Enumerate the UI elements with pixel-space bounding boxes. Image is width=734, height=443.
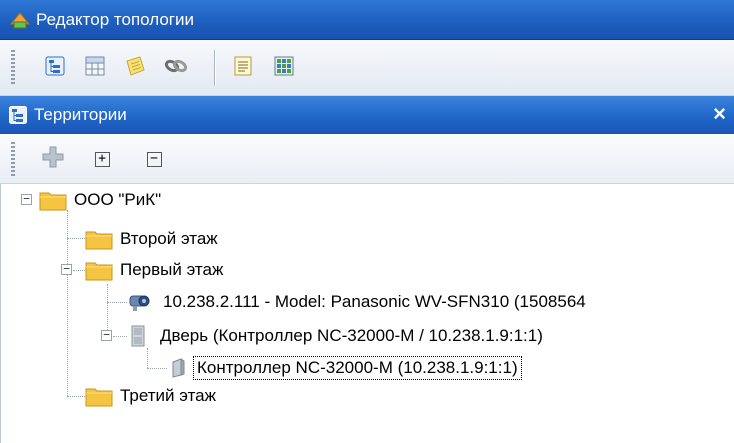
collapse-toggle[interactable]: −	[101, 329, 112, 341]
tree-node-door[interactable]: Дверь (Контроллер NC-32000-M / 10.238.1.…	[127, 323, 546, 349]
topology-icon	[9, 10, 31, 29]
toolbar-grip[interactable]	[11, 50, 15, 86]
panel-toolbar: + −	[0, 134, 734, 184]
collapse-toggle[interactable]: −	[21, 193, 32, 205]
controller-icon	[172, 358, 185, 378]
notes-button[interactable]	[122, 55, 148, 81]
folder-icon	[85, 231, 113, 250]
tree-view-icon	[45, 56, 65, 81]
link-icon	[164, 57, 188, 80]
territories-tree: − ООО "РиК" Второй этаж − Первый этаж 10…	[0, 184, 734, 443]
tree-line	[107, 302, 127, 303]
grid-view-button[interactable]	[82, 55, 108, 81]
tree-line	[67, 238, 85, 239]
add-button[interactable]	[40, 146, 66, 172]
door-icon	[131, 325, 145, 347]
grid-icon	[85, 56, 105, 81]
camera-icon	[129, 295, 150, 311]
tree-line	[147, 368, 167, 369]
minus-box-icon: −	[146, 151, 162, 167]
close-panel-button[interactable]: ×	[713, 102, 726, 126]
tree-node-controller[interactable]: Контроллер NC-32000-M (10.238.1.9:1:1)	[167, 355, 522, 381]
folder-icon	[85, 388, 113, 407]
toolbar-separator	[214, 50, 215, 86]
tree-line	[67, 396, 85, 397]
main-toolbar	[0, 40, 734, 96]
expand-all-button[interactable]: +	[89, 146, 115, 172]
add-icon	[42, 146, 64, 173]
collapse-all-button[interactable]: −	[141, 146, 167, 172]
tree-line	[113, 336, 127, 337]
map-icon	[274, 56, 294, 81]
tree-node-camera[interactable]: 10.238.2.111 - Model: Panasonic WV-SFN31…	[127, 289, 589, 315]
tree-node-floor-2[interactable]: Второй этаж	[85, 226, 221, 252]
map-button[interactable]	[271, 55, 297, 81]
tree-node-floor-3[interactable]: Третий этаж	[85, 383, 219, 409]
collapse-toggle[interactable]: −	[61, 263, 72, 275]
tree-view-button[interactable]	[42, 55, 68, 81]
tree-line	[73, 270, 85, 271]
document-icon	[234, 56, 252, 81]
properties-button[interactable]	[230, 55, 256, 81]
toolbar-grip[interactable]	[11, 142, 15, 176]
tree-node-floor-1[interactable]: Первый этаж	[85, 257, 226, 283]
folder-icon	[39, 192, 67, 211]
folder-icon	[85, 262, 113, 281]
window-title: Редактор топологии	[36, 10, 194, 29]
panel-title: Территории	[34, 105, 127, 124]
link-button[interactable]	[163, 55, 189, 81]
tree-view-icon	[9, 106, 27, 124]
tree-line	[147, 348, 148, 368]
tree-node-root[interactable]: ООО "РиК"	[39, 187, 164, 213]
window-titlebar: Редактор топологии	[0, 0, 734, 40]
plus-box-icon: +	[94, 151, 110, 167]
notes-icon	[124, 55, 146, 81]
territories-panel-header: Территории ×	[0, 96, 734, 134]
